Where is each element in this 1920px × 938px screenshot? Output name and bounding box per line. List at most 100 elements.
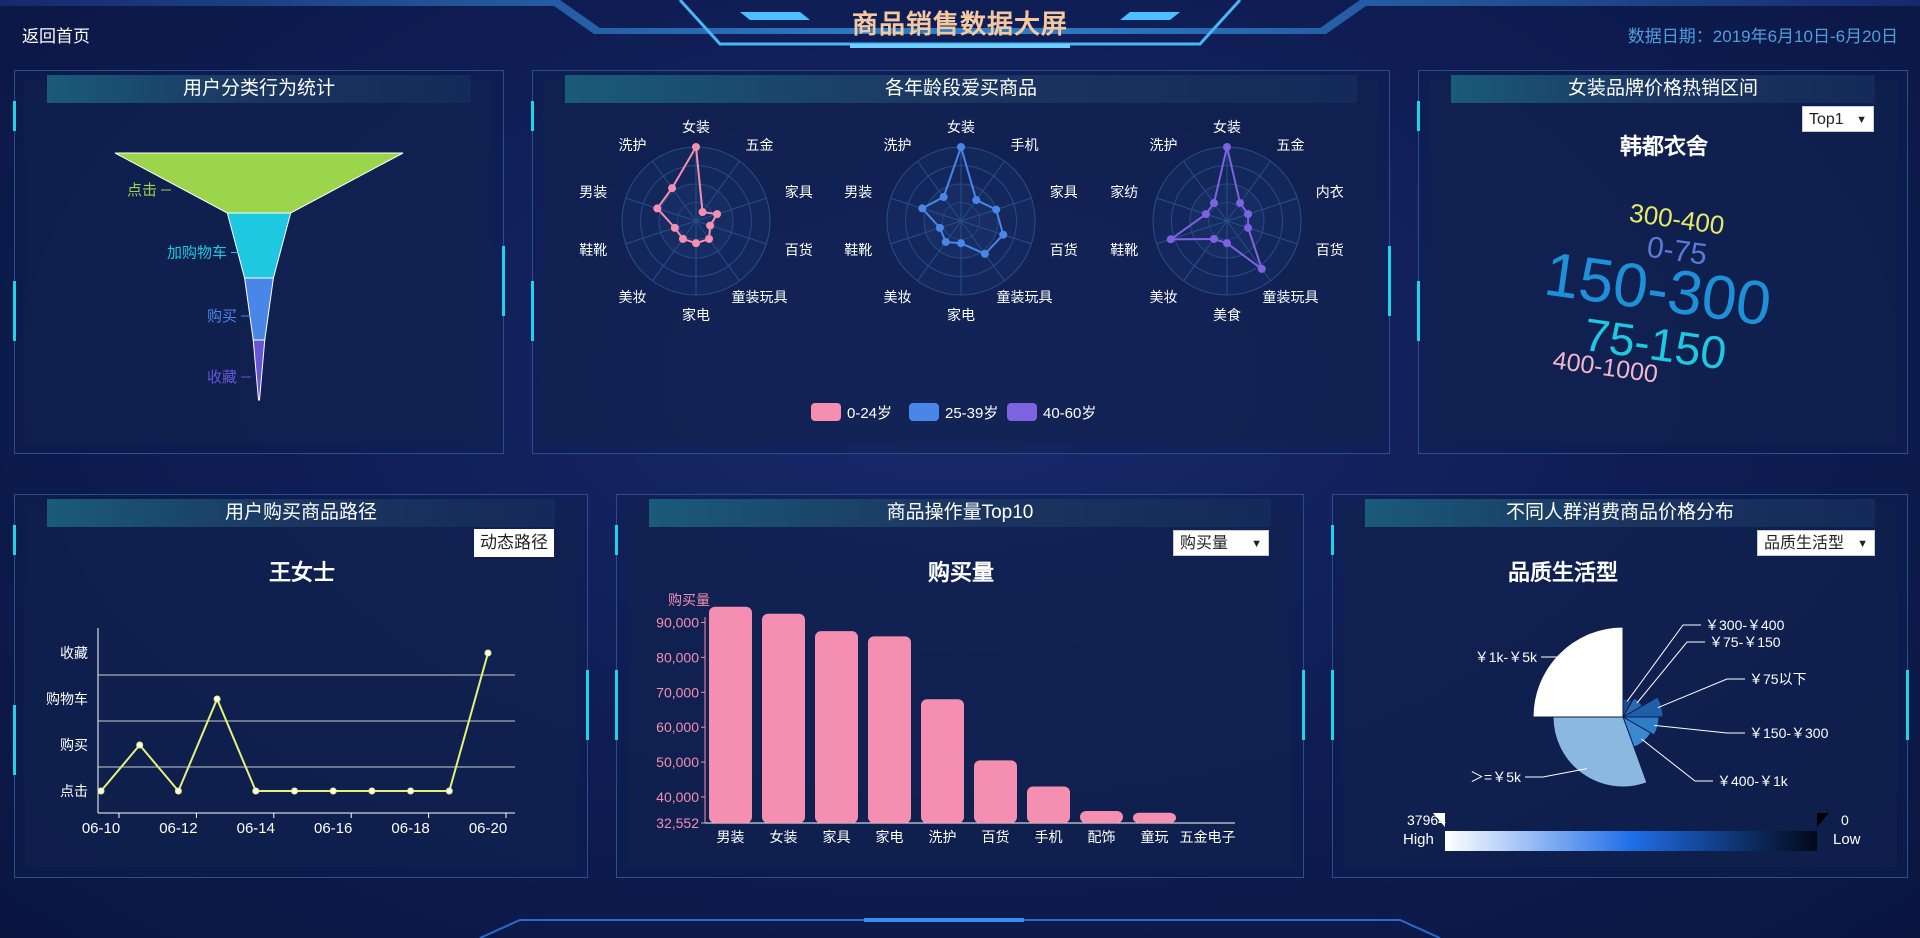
radar-point[interactable] <box>670 223 679 232</box>
visual-map-handle-low[interactable] <box>1817 813 1829 827</box>
radar-point[interactable] <box>692 239 700 248</box>
y-axis-title: 购买量 <box>668 592 710 608</box>
data-date-label: 数据日期：2019年6月10日-6月20日 <box>1627 27 1898 46</box>
radar-point[interactable] <box>992 205 1001 214</box>
y-tick-label: 50,000 <box>656 754 699 770</box>
radar-point[interactable] <box>706 221 715 230</box>
path-point[interactable] <box>213 695 221 703</box>
radar-axis-label: 美妆 <box>619 289 647 305</box>
radar-axis-label: 女装 <box>947 119 975 135</box>
radar-axis-label: 美妆 <box>1150 289 1178 305</box>
path-point[interactable] <box>407 787 415 795</box>
radar-point[interactable] <box>713 210 722 219</box>
radar-axis-label: 洗护 <box>884 137 912 153</box>
radar-axis-label: 内衣 <box>1316 184 1344 200</box>
radar-point[interactable] <box>1209 199 1218 208</box>
radar-axis-label: 女装 <box>1213 119 1241 135</box>
radar-point[interactable] <box>941 237 950 246</box>
bar-5[interactable] <box>974 760 1017 823</box>
radar-point[interactable] <box>918 204 927 213</box>
radar-point[interactable] <box>980 249 989 258</box>
radar-point[interactable] <box>1257 264 1266 273</box>
bar-2[interactable] <box>815 631 858 823</box>
radar-point[interactable] <box>1223 239 1231 248</box>
path-point[interactable] <box>329 787 337 795</box>
path-point[interactable] <box>291 787 298 795</box>
funnel-chart: 点击加购物车购买收藏 <box>114 152 404 401</box>
radar-point[interactable] <box>678 234 687 243</box>
radar-axis-label: 童装玩具 <box>996 289 1052 305</box>
radar-axis-label: 百货 <box>1050 242 1078 258</box>
radar-axis-label: 女装 <box>682 119 710 135</box>
radar-point[interactable] <box>1166 235 1175 244</box>
legend-swatch-0[interactable] <box>811 403 841 421</box>
funnel-stage-3[interactable] <box>252 339 266 401</box>
visual-map-min-label: Low <box>1833 831 1861 848</box>
radar-axis-label: 男装 <box>579 184 607 200</box>
x-tick-label: 配饰 <box>1088 829 1116 845</box>
footer-decoration <box>479 918 1441 938</box>
funnel-panel: 用户分类行为统计 点击 加购物车 购买 收藏 <box>13 70 505 454</box>
radar-point[interactable] <box>1236 199 1245 208</box>
y-tick-label: 32,552 <box>656 815 699 831</box>
bar-1[interactable] <box>762 613 805 823</box>
radar-axis-label: 童装玩具 <box>1262 289 1318 305</box>
legend-swatch-2[interactable] <box>1007 403 1037 421</box>
radar-axis-label: 洗护 <box>619 137 647 153</box>
x-tick-label: 06-18 <box>391 820 429 837</box>
radar-point[interactable] <box>957 143 965 151</box>
radar-point[interactable] <box>668 184 677 193</box>
radar-point[interactable] <box>972 196 981 205</box>
top10-panel: 商品操作量Top10 购买量 ▼ 购买量 购买量 32,552 40,000 50,00… <box>615 494 1305 878</box>
radar-point[interactable] <box>1209 234 1218 243</box>
x-tick-label: 男装 <box>717 829 745 845</box>
radar-axis-label: 洗护 <box>1150 137 1178 153</box>
radar-point[interactable] <box>999 230 1008 239</box>
radar-point[interactable] <box>698 208 707 217</box>
radar-point[interactable] <box>939 193 948 202</box>
radar-point[interactable] <box>1201 210 1210 219</box>
radar-axis-label: 百货 <box>1316 242 1344 258</box>
bar-8[interactable] <box>1133 812 1176 823</box>
visual-map-bar[interactable] <box>1445 831 1817 851</box>
radar-axis-label: 百货 <box>785 242 813 258</box>
funnel-stage-0[interactable] <box>114 152 404 214</box>
radar-point[interactable] <box>935 223 944 232</box>
path-point[interactable] <box>136 741 144 749</box>
y-tick-label: 90,000 <box>656 614 699 630</box>
funnel-label-3: 收藏 <box>207 369 237 386</box>
radar-point[interactable] <box>692 143 700 151</box>
radar-point[interactable] <box>957 239 965 248</box>
radar-point[interactable] <box>1244 210 1253 219</box>
radar-point[interactable] <box>1223 143 1231 151</box>
radar-axis-label: 鞋靴 <box>1110 242 1138 258</box>
x-tick-label: 06-14 <box>237 820 275 837</box>
path-point[interactable] <box>368 787 376 795</box>
bar-3[interactable] <box>868 636 911 823</box>
path-point[interactable] <box>445 787 453 795</box>
bar-7[interactable] <box>1080 810 1123 823</box>
radar-point[interactable] <box>653 204 662 213</box>
radar-point[interactable] <box>1244 223 1253 232</box>
radar-point[interactable] <box>705 234 714 243</box>
x-tick-label: 06-16 <box>314 820 352 837</box>
path-point[interactable] <box>484 649 492 657</box>
legend-label-2[interactable]: 40-60岁 <box>1043 405 1096 422</box>
bar-0[interactable] <box>709 606 752 823</box>
pie-panel: 不同人群消费商品价格分布 品质生活型 ▼ 品质生活型 ￥1k-￥5k ￥300-￥4… <box>1331 494 1909 878</box>
path-point[interactable] <box>252 787 260 795</box>
legend-swatch-1[interactable] <box>909 403 939 421</box>
path-point[interactable] <box>97 787 105 795</box>
radar-axis-label: 鞋靴 <box>579 242 607 258</box>
funnel-label-1: 加购物车 <box>167 245 227 262</box>
visual-map-min: 0 <box>1841 812 1849 828</box>
legend-label-0[interactable]: 0-24岁 <box>847 405 892 422</box>
path-point[interactable] <box>174 787 182 795</box>
funnel-stage-2[interactable] <box>244 277 274 341</box>
funnel-stage-1[interactable] <box>226 212 292 279</box>
x-tick-label: 百货 <box>982 829 1010 845</box>
bar-4[interactable] <box>921 699 964 823</box>
legend-label-1[interactable]: 25-39岁 <box>945 405 998 422</box>
bar-6[interactable] <box>1027 786 1070 823</box>
radar-axis-label: 鞋靴 <box>844 242 872 258</box>
